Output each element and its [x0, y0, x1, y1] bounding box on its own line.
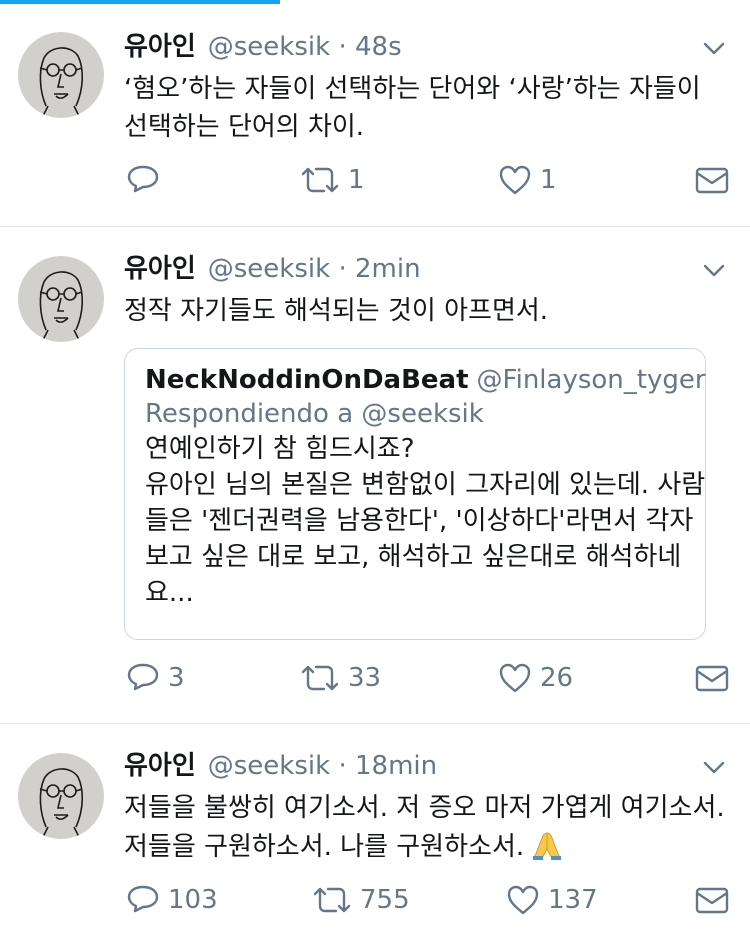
reply-button[interactable]: 103	[126, 882, 218, 918]
direct-message-button[interactable]	[694, 882, 738, 918]
heart-icon	[507, 885, 539, 915]
tweet-header: 유아인 @seeksik · 2min	[124, 254, 421, 284]
quoted-author-name: NeckNoddinOnDaBeat	[145, 365, 469, 395]
tweet[interactable]: 유아인 @seeksik · 48s ‘혐오’하는 자들이 선택하는 단어와 ‘사…	[0, 6, 750, 227]
reply-icon	[127, 165, 159, 193]
author-meta: @seeksik · 18min	[207, 751, 438, 781]
tweet-text: 저들을 불쌍히 여기소서. 저 증오 마저 가엽게 여기소서. 저들을 구원하소…	[124, 793, 725, 862]
direct-message-button[interactable]	[694, 660, 738, 696]
tweet-header: 유아인 @seeksik · 18min	[124, 751, 437, 781]
quoted-header: NeckNoddinOnDaBeat @Finlayson_tyger	[145, 363, 706, 397]
tweet-actions: 103 755 137	[0, 882, 750, 918]
quoted-text: 연예인하기 참 힘드시죠? 유아인 님의 본질은 변함없이 그자리에 있는데. …	[145, 434, 706, 608]
retweet-button[interactable]: 755	[312, 882, 410, 918]
tweet-actions: 3 33 26	[0, 660, 750, 696]
reply-icon	[127, 885, 159, 913]
tweet-text: ‘혐오’하는 자들이 선택하는 단어와 ‘사랑’하는 자들이 선택하는 단어의 …	[124, 74, 701, 142]
tweet-time[interactable]: 18min	[355, 751, 437, 781]
like-button[interactable]: 1	[498, 162, 557, 198]
chevron-down-icon[interactable]	[700, 34, 728, 62]
tweet-text: 정작 자기들도 해석되는 것이 아프면서.	[124, 296, 549, 326]
heart-icon	[499, 165, 531, 195]
author-name[interactable]: 유아인	[124, 254, 196, 284]
like-button[interactable]: 137	[506, 882, 598, 918]
tweet-header: 유아인 @seeksik · 48s	[124, 32, 402, 62]
avatar[interactable]	[18, 256, 104, 342]
tweet-time[interactable]: 48s	[355, 32, 402, 62]
envelope-icon	[695, 665, 729, 692]
retweet-icon	[301, 665, 339, 691]
avatar[interactable]	[18, 32, 104, 118]
author-handle[interactable]: @seeksik	[208, 32, 330, 62]
tweet-time[interactable]: 2min	[355, 254, 421, 284]
heart-icon	[499, 663, 531, 693]
retweet-button[interactable]: 33	[300, 660, 381, 696]
envelope-icon	[695, 167, 729, 194]
reply-button[interactable]	[126, 162, 168, 198]
author-handle[interactable]: @seeksik	[208, 751, 330, 781]
author-meta: @seeksik · 2min	[207, 254, 421, 284]
envelope-icon	[695, 887, 729, 914]
quoted-author-handle: @Finlayson_tyger	[476, 365, 706, 395]
retweet-icon	[313, 887, 351, 913]
reply-icon	[127, 663, 159, 691]
tweet[interactable]: 유아인 @seeksik · 18min 저들을 불쌍히 여기소서. 저 증오 마…	[0, 723, 750, 950]
direct-message-button[interactable]	[694, 162, 738, 198]
author-handle[interactable]: @seeksik	[208, 254, 330, 284]
tweet-actions: 1 1	[0, 162, 750, 198]
avatar[interactable]	[18, 753, 104, 839]
author-name[interactable]: 유아인	[124, 32, 196, 62]
author-meta: @seeksik · 48s	[207, 32, 402, 62]
retweet-icon	[301, 167, 339, 193]
quoted-reply-to: Respondiendo a @seeksik	[145, 399, 484, 429]
like-button[interactable]: 26	[498, 660, 573, 696]
quoted-tweet[interactable]: NeckNoddinOnDaBeat @Finlayson_tyger Respo…	[124, 348, 706, 640]
author-name[interactable]: 유아인	[124, 751, 196, 781]
chevron-down-icon[interactable]	[700, 256, 728, 284]
tweet[interactable]: 유아인 @seeksik · 2min 정작 자기들도 해석되는 것이 아프면서.…	[0, 226, 750, 724]
folded-hands-icon	[533, 832, 562, 860]
chevron-down-icon[interactable]	[700, 753, 728, 781]
reply-button[interactable]: 3	[126, 660, 185, 696]
retweet-button[interactable]: 1	[300, 162, 365, 198]
